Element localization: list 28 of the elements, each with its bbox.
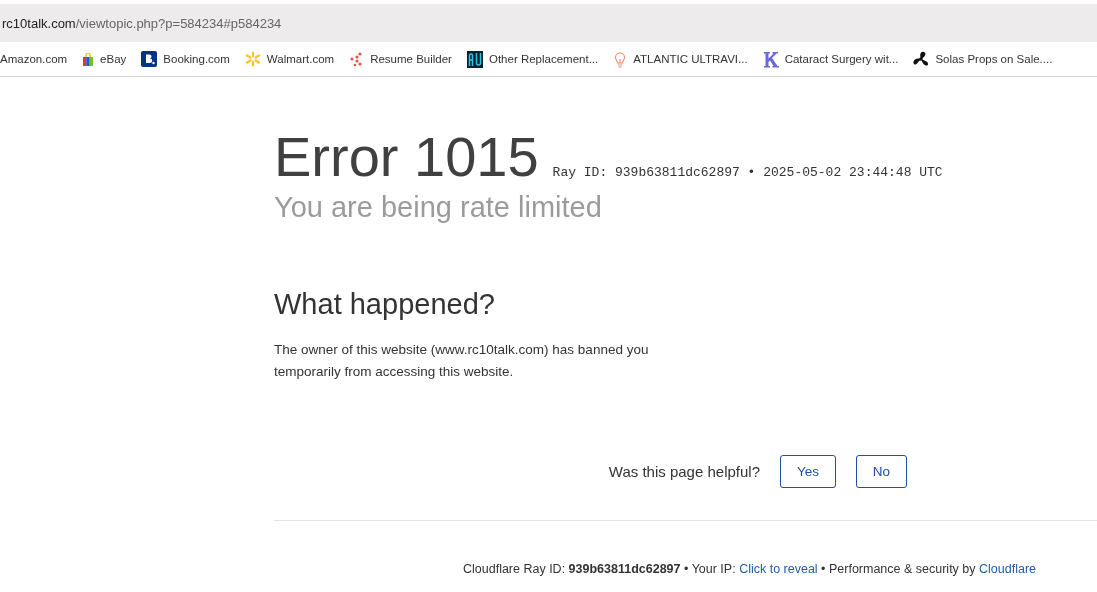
propeller-icon — [913, 51, 930, 67]
bookmark-link[interactable]: Cataract Surgery wit... — [762, 50, 899, 68]
bookmark-link[interactable]: Solas Props on Sale.... — [913, 51, 1053, 67]
feedback-button[interactable]: No — [856, 455, 907, 488]
footer-link[interactable]: Cloudflare — [979, 562, 1036, 576]
explanation-text: The owner of this website (www.rc10talk.com) has banned you temporarily from accessing this website. — [274, 341, 650, 381]
letter-b-icon — [141, 51, 158, 67]
lightbulb-icon — [613, 50, 628, 68]
bookmark-link[interactable]: ATLANTIC ULTRAVI... — [613, 50, 748, 68]
footer-link[interactable]: Click to reveal — [739, 562, 818, 576]
ray-id-text: Ray ID: 939b63811dc62897 • 2025-05-02 23:44:48 UTC — [552, 165, 943, 180]
error-title: Error 1015 — [274, 125, 539, 189]
bookmark-link[interactable]: Walmart.com — [244, 51, 335, 67]
feedback-question: Was this page helpful? — [608, 463, 760, 480]
shopping-bag-icon — [82, 52, 95, 66]
bookmark-link[interactable]: Resume Builder — [349, 51, 452, 67]
error-subtitle: You are being rate limited — [274, 191, 603, 224]
au-logo-icon — [466, 50, 483, 68]
section-heading: What happened? — [274, 288, 496, 321]
bookmark-link[interactable]: Booking.com — [141, 51, 230, 67]
bookmark-link[interactable]: Other Replacement... — [466, 50, 599, 68]
footer-text: Cloudflare Ray ID: 939b63811dc62897 • Your IP: Click to reveal • Performance & security by Cloudflare — [463, 561, 1037, 577]
letter-k-icon — [762, 50, 779, 68]
feedback-button[interactable]: Yes — [780, 455, 836, 488]
spark-icon — [244, 51, 261, 67]
address-bar[interactable]: rc10talk.com/viewtopic.php?p=584234#p584234 — [0, 4, 1097, 42]
bookmark-link[interactable]: eBay — [82, 52, 127, 66]
bookmark-link[interactable]: Amazon.com — [0, 53, 68, 65]
